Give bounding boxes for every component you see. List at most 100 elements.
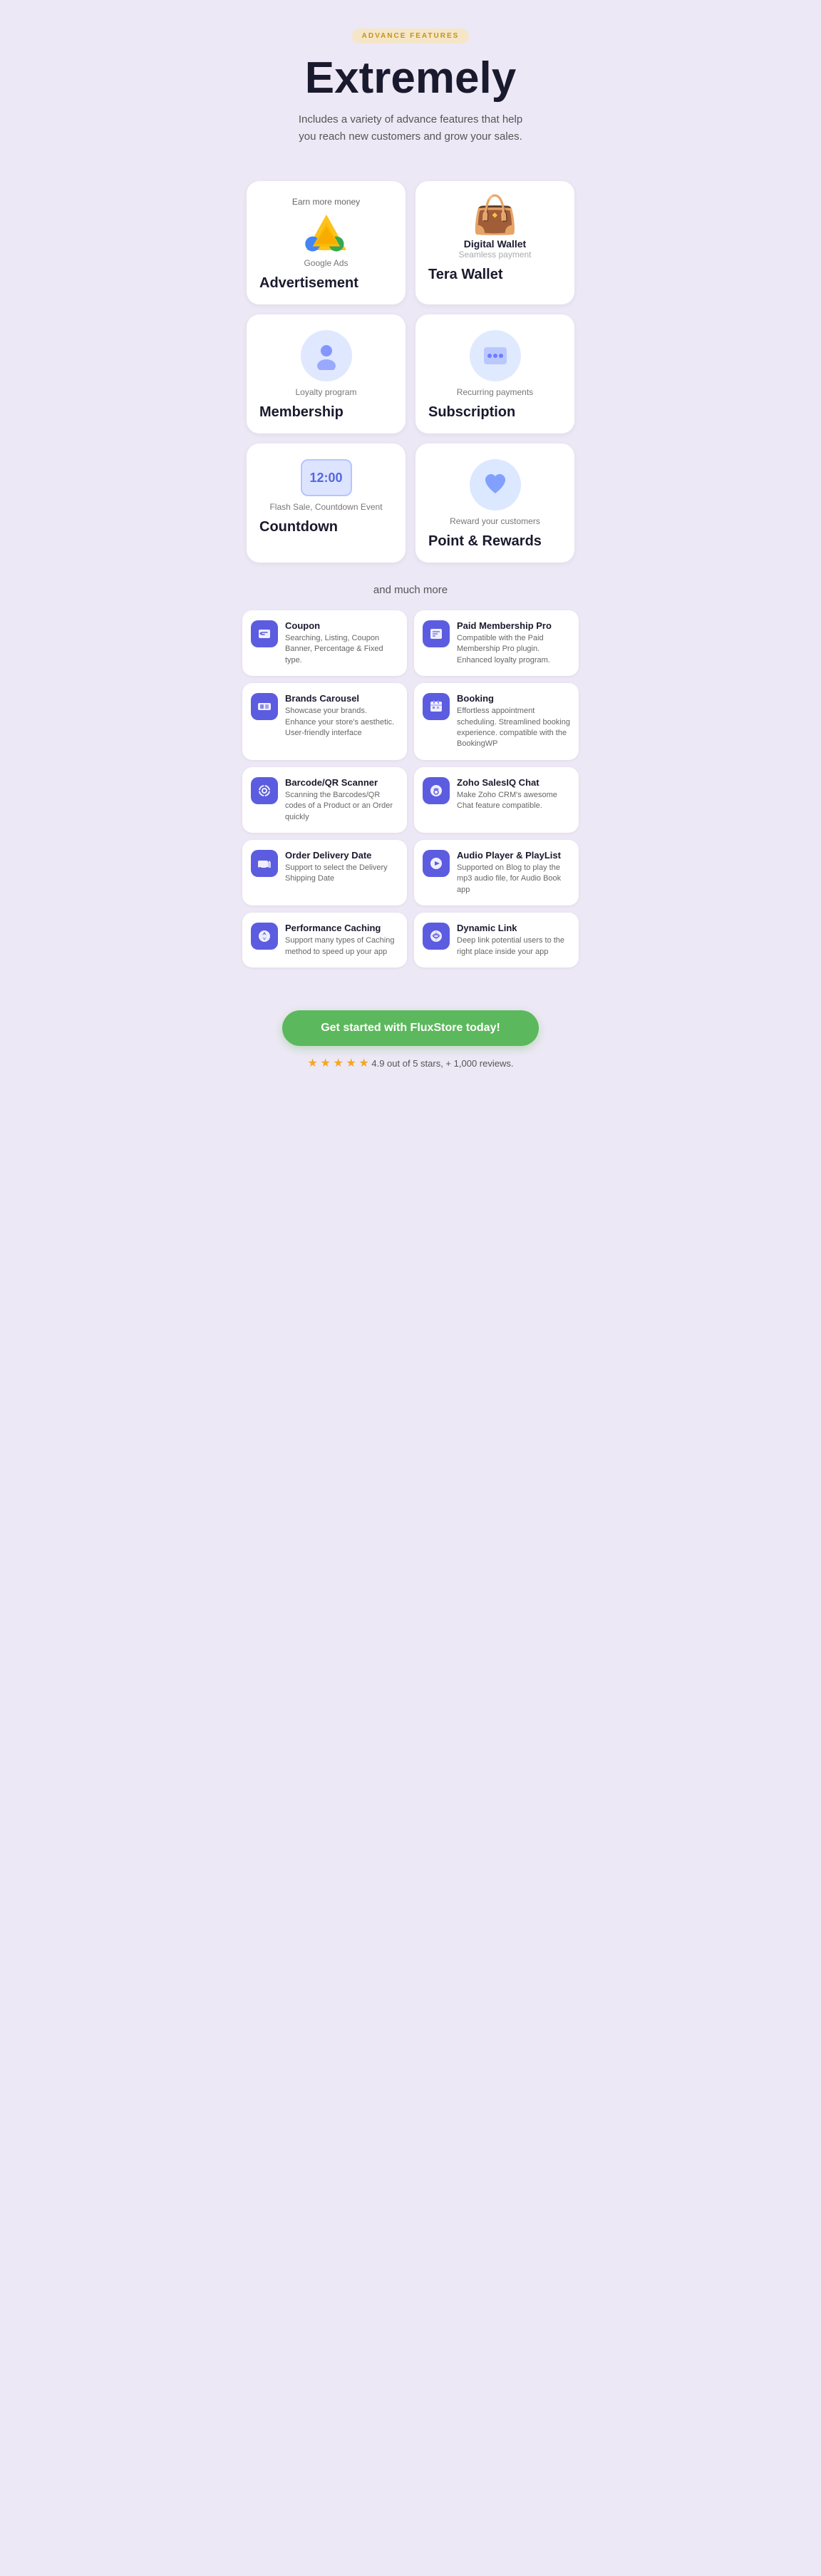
stars-row: ★ ★ ★ ★ ★ 4.9 out of 5 stars, + 1,000 re… xyxy=(247,1056,574,1070)
person-icon xyxy=(312,342,341,370)
coupon-desc: Searching, Listing, Coupon Banner, Perce… xyxy=(285,633,398,666)
zoho-chat-title: Zoho SalesIQ Chat xyxy=(457,777,570,788)
cta-section: Get started with FluxStore today! ★ ★ ★ … xyxy=(232,989,589,1084)
booking-desc: Effortless appointment scheduling. Strea… xyxy=(457,706,570,750)
point-rewards-title: Point & Rewards xyxy=(428,533,562,550)
caching-icon xyxy=(251,923,278,950)
dynamic-link-title: Dynamic Link xyxy=(457,923,570,933)
brands-carousel-title: Brands Carousel xyxy=(285,693,398,704)
booking-title: Booking xyxy=(457,693,570,704)
barcode-text: Barcode/QR Scanner Scanning the Barcodes… xyxy=(285,777,398,823)
brands-carousel-icon xyxy=(251,693,278,720)
list-item-coupon: Coupon Searching, Listing, Coupon Banner… xyxy=(242,610,407,676)
paid-membership-icon xyxy=(423,620,450,647)
rewards-label: Reward your customers xyxy=(450,516,540,526)
list-item-audio-player: Audio Player & PlayList Supported on Blo… xyxy=(414,840,579,905)
audio-player-text: Audio Player & PlayList Supported on Blo… xyxy=(457,850,570,896)
order-delivery-icon xyxy=(251,850,278,877)
cta-button[interactable]: Get started with FluxStore today! xyxy=(282,1010,539,1046)
star-1: ★ xyxy=(308,1057,318,1069)
header-section: ADVANCE FEATURES Extremely Includes a va… xyxy=(232,0,589,167)
google-ads-label: Google Ads xyxy=(304,258,348,268)
card-countdown: 12:00 Flash Sale, Countdown Event Countd… xyxy=(247,443,406,563)
order-delivery-desc: Support to select the Delivery Shipping … xyxy=(285,863,398,885)
countdown-icon: 12:00 xyxy=(301,459,352,496)
membership-title: Membership xyxy=(259,404,393,421)
audio-player-desc: Supported on Blog to play the mp3 audio … xyxy=(457,863,570,896)
subscription-svg xyxy=(481,342,510,370)
much-more-text: and much more xyxy=(232,570,589,603)
digital-wallet-label: Digital Wallet xyxy=(464,238,526,250)
audio-player-icon xyxy=(423,850,450,877)
wallet-icon: 👜 xyxy=(472,197,518,234)
card-advertisement-icon-area: Earn more money Google Ads xyxy=(259,197,393,268)
advance-badge: ADVANCE FEATURES xyxy=(352,29,470,43)
star-4: ★ xyxy=(346,1057,356,1069)
subscription-icon xyxy=(470,330,521,381)
coupon-icon xyxy=(251,620,278,647)
order-delivery-text: Order Delivery Date Support to select th… xyxy=(285,850,398,885)
list-item-barcode: Barcode/QR Scanner Scanning the Barcodes… xyxy=(242,767,407,833)
barcode-title: Barcode/QR Scanner xyxy=(285,777,398,788)
card-subscription-icon-area: Recurring payments xyxy=(428,330,562,397)
header-subtitle: Includes a variety of advance features t… xyxy=(296,111,525,145)
audio-player-title: Audio Player & PlayList xyxy=(457,850,570,861)
caching-text: Performance Caching Support many types o… xyxy=(285,923,398,958)
card-membership: Loyalty program Membership xyxy=(247,314,406,433)
membership-label: Loyalty program xyxy=(295,387,356,397)
membership-icon xyxy=(301,330,352,381)
list-row-2: Brands Carousel Showcase your brands. En… xyxy=(242,683,579,760)
barcode-desc: Scanning the Barcodes/QR codes of a Prod… xyxy=(285,790,398,823)
paid-membership-text: Paid Membership Pro Compatible with the … xyxy=(457,620,570,666)
coupon-title: Coupon xyxy=(285,620,398,631)
card-membership-icon-area: Loyalty program xyxy=(259,330,393,397)
subscription-label: Recurring payments xyxy=(457,387,533,397)
list-row-4: Order Delivery Date Support to select th… xyxy=(242,840,579,905)
advertisement-title: Advertisement xyxy=(259,275,393,292)
paid-membership-desc: Compatible with the Paid Membership Pro … xyxy=(457,633,570,666)
feature-cards-grid: Earn more money Google Ads Advertisement… xyxy=(232,167,589,570)
card-countdown-icon-area: 12:00 Flash Sale, Countdown Event xyxy=(259,459,393,512)
card-advertisement: Earn more money Google Ads Advertisement xyxy=(247,181,406,304)
card-wallet-icon-area: 👜 Digital Wallet Seamless payment xyxy=(428,197,562,260)
zoho-chat-icon xyxy=(423,777,450,804)
tera-wallet-title: Tera Wallet xyxy=(428,267,562,283)
star-5: ★ xyxy=(358,1057,368,1069)
card-rewards-icon-area: Reward your customers xyxy=(428,459,562,526)
barcode-icon xyxy=(251,777,278,804)
zoho-chat-text: Zoho SalesIQ Chat Make Zoho CRM's awesom… xyxy=(457,777,570,812)
list-row-5: Performance Caching Support many types o… xyxy=(242,913,579,968)
rating-text: 4.9 out of 5 stars, + 1,000 reviews. xyxy=(371,1058,513,1069)
countdown-label: Flash Sale, Countdown Event xyxy=(269,502,382,512)
brands-carousel-desc: Showcase your brands. Enhance your store… xyxy=(285,706,398,739)
heart-icon xyxy=(470,459,521,510)
heart-svg xyxy=(481,471,510,499)
dynamic-link-desc: Deep link potential users to the right p… xyxy=(457,935,570,958)
list-row-1: Coupon Searching, Listing, Coupon Banner… xyxy=(242,610,579,676)
paid-membership-title: Paid Membership Pro xyxy=(457,620,570,631)
list-item-paid-membership: Paid Membership Pro Compatible with the … xyxy=(414,610,579,676)
card-point-rewards: Reward your customers Point & Rewards xyxy=(415,443,574,563)
google-ads-icon xyxy=(301,211,351,252)
list-item-caching: Performance Caching Support many types o… xyxy=(242,913,407,968)
booking-icon xyxy=(423,693,450,720)
subscription-title: Subscription xyxy=(428,404,562,421)
list-item-dynamic-link: Dynamic Link Deep link potential users t… xyxy=(414,913,579,968)
earn-label: Earn more money xyxy=(292,197,360,207)
list-item-booking: Booking Effortless appointment schedulin… xyxy=(414,683,579,760)
caching-desc: Support many types of Caching method to … xyxy=(285,935,398,958)
countdown-title: Countdown xyxy=(259,519,393,535)
brands-carousel-text: Brands Carousel Showcase your brands. En… xyxy=(285,693,398,739)
booking-text: Booking Effortless appointment schedulin… xyxy=(457,693,570,750)
order-delivery-title: Order Delivery Date xyxy=(285,850,398,861)
star-3: ★ xyxy=(333,1057,343,1069)
caching-title: Performance Caching xyxy=(285,923,398,933)
page-title: Extremely xyxy=(247,55,574,101)
list-item-brands-carousel: Brands Carousel Showcase your brands. En… xyxy=(242,683,407,760)
card-tera-wallet: 👜 Digital Wallet Seamless payment Tera W… xyxy=(415,181,574,304)
coupon-text: Coupon Searching, Listing, Coupon Banner… xyxy=(285,620,398,666)
dynamic-link-icon xyxy=(423,923,450,950)
card-subscription: Recurring payments Subscription xyxy=(415,314,574,433)
list-row-3: Barcode/QR Scanner Scanning the Barcodes… xyxy=(242,767,579,833)
list-item-zoho-chat: Zoho SalesIQ Chat Make Zoho CRM's awesom… xyxy=(414,767,579,833)
